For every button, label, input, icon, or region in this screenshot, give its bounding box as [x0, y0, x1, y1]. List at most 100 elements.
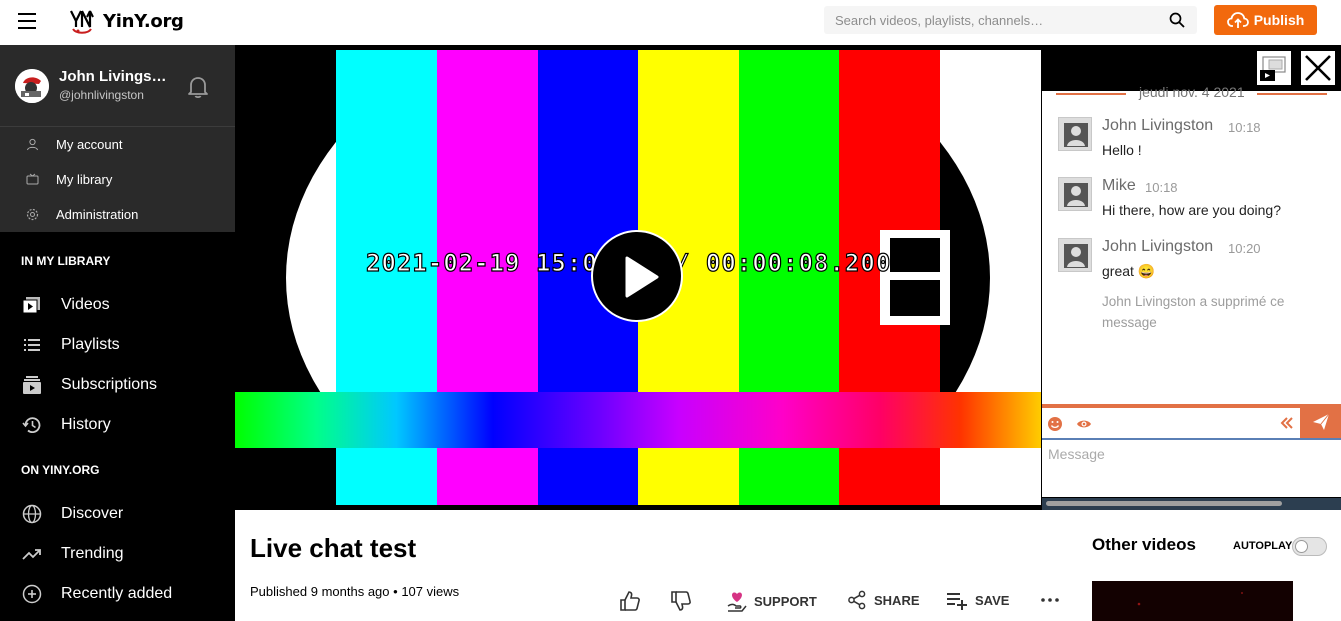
list-icon — [24, 339, 40, 351]
emoji-icon[interactable] — [1047, 416, 1063, 432]
sidebar-item-playlists[interactable]: Playlists — [0, 325, 235, 365]
default-avatar-icon — [1059, 178, 1091, 210]
view-count: 107 views — [401, 584, 460, 599]
meta-separator: • — [393, 584, 398, 599]
sidebar-item-label: Trending — [61, 545, 124, 562]
video-player[interactable]: 2021-02-19 15:05:34 / 00:00:08.200 — [235, 45, 1041, 510]
video-thumbnail[interactable] — [1092, 581, 1293, 621]
popout-icon — [1260, 56, 1286, 81]
user-block: John Livings… @johnlivingston — [0, 45, 235, 126]
dislike-button[interactable] — [670, 590, 699, 612]
toggle-knob — [1295, 540, 1308, 553]
send-message-button[interactable] — [1300, 404, 1341, 438]
user-handle: @johnlivingston — [59, 88, 144, 102]
deleted-message-notice: John Livingston a supprimé ce message — [1102, 294, 1285, 330]
chat-time: 10:18 — [1228, 120, 1261, 135]
support-button[interactable]: SUPPORT — [727, 590, 817, 612]
menu-item-label: My account — [56, 137, 123, 152]
chat-author[interactable]: Mike — [1102, 177, 1136, 195]
close-icon — [1305, 55, 1331, 81]
chat-time: 10:20 — [1228, 241, 1261, 256]
sidebar-item-history[interactable]: History — [0, 405, 235, 445]
autoplay-label: AUTOPLAY — [1233, 540, 1293, 552]
save-label: SAVE — [975, 592, 1010, 608]
menu-item-my-library[interactable]: My library — [0, 162, 235, 197]
menu-item-my-account[interactable]: My account — [0, 127, 235, 162]
globe-icon — [22, 504, 42, 524]
live-chat-panel: jeudi nov. 4 2021 John Livingston 10:18 … — [1041, 45, 1341, 510]
published-ago[interactable]: 9 months ago — [311, 584, 390, 599]
avatar[interactable] — [1058, 177, 1092, 211]
popout-chat-button[interactable] — [1257, 51, 1291, 85]
chat-author[interactable]: John Livingston — [1102, 238, 1213, 256]
default-avatar-icon — [1059, 239, 1091, 271]
search-box — [824, 6, 1197, 34]
default-avatar-icon — [1059, 118, 1091, 150]
plus-circle-icon — [22, 584, 42, 604]
frame-counter-digit — [880, 230, 950, 325]
section-title-library: IN MY LIBRARY — [21, 254, 111, 268]
subscriptions-icon — [23, 376, 41, 394]
avatar[interactable] — [1058, 117, 1092, 151]
support-heart-icon — [727, 592, 747, 612]
menu-item-label: Administration — [56, 207, 139, 222]
search-input[interactable] — [824, 6, 1197, 34]
notification-bell-icon[interactable] — [187, 75, 209, 99]
thumbs-down-icon — [671, 591, 691, 611]
chat-text: Hello ! — [1102, 142, 1142, 158]
like-button[interactable] — [619, 590, 648, 612]
video-meta: Published 9 months ago • 107 views — [250, 584, 459, 599]
sidebar-item-discover[interactable]: Discover — [0, 494, 235, 534]
chat-toolbar — [1042, 404, 1341, 440]
share-button[interactable]: SHARE — [847, 590, 920, 610]
publish-button[interactable]: Publish — [1214, 5, 1317, 35]
playlist-add-icon — [947, 593, 967, 610]
support-label: SUPPORT — [754, 593, 817, 609]
autoplay-toggle[interactable] — [1292, 537, 1327, 556]
video-title: Live chat test — [250, 533, 417, 563]
play-button[interactable] — [591, 230, 683, 322]
user-name[interactable]: John Livings… — [59, 68, 167, 85]
share-icon — [848, 590, 866, 610]
yiny-logo-icon — [70, 10, 94, 34]
user-icon — [27, 138, 38, 151]
sidebar-item-trending[interactable]: Trending — [0, 534, 235, 574]
sidebar-item-label: Discover — [61, 505, 124, 522]
sidebar-item-label: Videos — [61, 296, 110, 313]
published-prefix: Published — [250, 584, 308, 599]
more-options-button[interactable] — [1040, 590, 1067, 610]
sidebar-item-videos[interactable]: Videos — [0, 285, 235, 325]
history-icon — [22, 417, 41, 434]
scrollbar-thumb[interactable] — [1046, 501, 1282, 506]
eye-icon[interactable] — [1076, 416, 1092, 432]
sidebar-item-subscriptions[interactable]: Subscriptions — [0, 365, 235, 405]
close-chat-button[interactable] — [1301, 51, 1335, 85]
send-icon — [1313, 413, 1330, 430]
thumbs-up-icon — [620, 591, 640, 611]
sidebar-item-label: Playlists — [61, 336, 120, 353]
search-icon[interactable] — [1169, 12, 1185, 28]
chat-text: great 😄 — [1102, 263, 1156, 279]
avatar[interactable] — [1058, 238, 1092, 272]
menu-item-administration[interactable]: Administration — [0, 197, 235, 232]
top-header: YinY.org Publish — [0, 0, 1341, 45]
chat-author[interactable]: John Livingston — [1102, 117, 1213, 135]
thumbnail-image — [1092, 581, 1293, 621]
sidebar-item-recently-added[interactable]: Recently added — [0, 574, 235, 614]
hamburger-menu-icon[interactable] — [18, 13, 36, 29]
chat-time: 10:18 — [1145, 180, 1178, 195]
avatar[interactable] — [15, 69, 49, 103]
trending-icon — [22, 549, 41, 560]
save-button[interactable]: SAVE — [946, 590, 1009, 610]
date-line-right — [1257, 93, 1327, 95]
site-logo[interactable]: YinY.org — [68, 7, 184, 35]
chat-horizontal-scrollbar[interactable] — [1042, 498, 1341, 510]
other-videos-title: Other videos — [1092, 535, 1196, 554]
double-chevron-left-icon[interactable] — [1280, 416, 1294, 430]
site-name: YinY.org — [103, 10, 184, 32]
chat-date: jeudi nov. 4 2021 — [1139, 84, 1245, 100]
upload-cloud-icon — [1226, 12, 1249, 28]
chat-message-input[interactable] — [1042, 442, 1341, 498]
chat-text: Hi there, how are you doing? — [1102, 202, 1281, 218]
more-horizontal-icon — [1041, 598, 1059, 602]
